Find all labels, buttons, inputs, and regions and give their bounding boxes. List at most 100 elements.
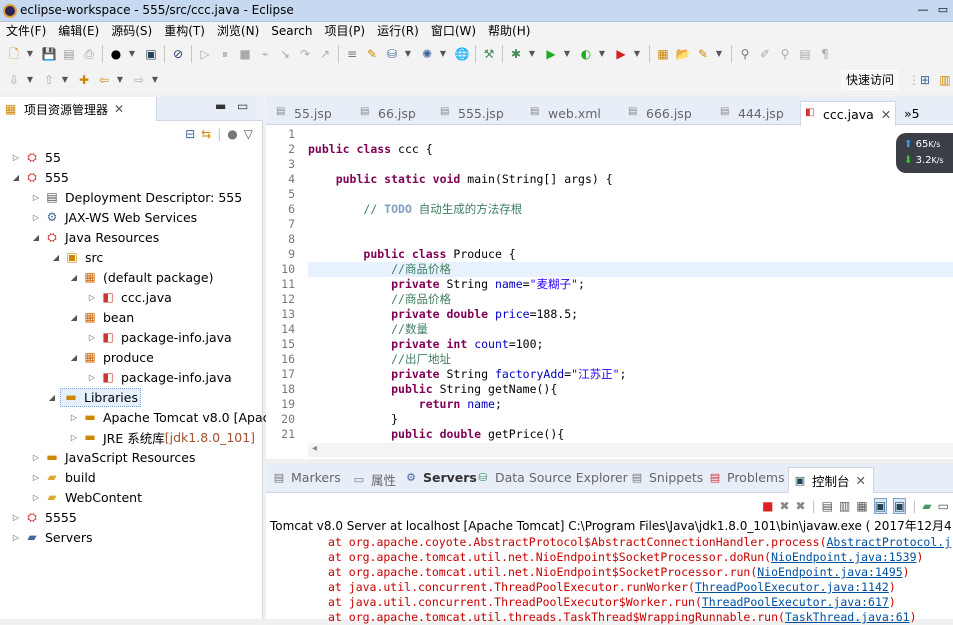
scroll-lock-icon[interactable]: ▥ <box>839 499 850 513</box>
stacktrace-link[interactable]: ThreadPoolExecutor.java:1142 <box>695 580 889 594</box>
resume-icon[interactable]: ▷ <box>197 46 213 62</box>
browser-icon[interactable]: 🌐 <box>454 46 470 62</box>
save-all-icon[interactable]: ▤ <box>61 46 77 62</box>
restore-icon[interactable]: ▭ <box>933 0 953 20</box>
tree-item-55[interactable]: ▷ ⛭ 55 <box>10 147 61 167</box>
close-icon[interactable]: ✕ <box>881 107 891 122</box>
tree-item-javascript-resources[interactable]: ▷ ▬ JavaScript Resources <box>30 447 196 467</box>
menu-project[interactable]: 项目(P) <box>319 22 372 41</box>
view-menu-icon[interactable]: ▽ <box>244 127 253 141</box>
tree-item-jax-ws[interactable]: ▷ ⚙ JAX-WS Web Services <box>30 207 197 227</box>
forward-icon[interactable]: ⇨ <box>131 72 147 88</box>
skip-breakpoints-icon[interactable]: ⊘ <box>170 46 186 62</box>
filter-icon[interactable]: ● <box>227 127 237 141</box>
chevron-down-icon[interactable]: ▼ <box>633 46 641 62</box>
task-icon[interactable]: ✎ <box>364 46 380 62</box>
expand-icon[interactable]: ▷ <box>86 293 98 302</box>
menu-file[interactable]: 文件(F) <box>0 22 52 41</box>
expand-icon[interactable]: ▷ <box>10 153 22 162</box>
collapse-icon[interactable]: ◢ <box>10 173 22 182</box>
minimize-icon[interactable]: ▬ <box>215 99 226 113</box>
chevron-down-icon[interactable]: ▼ <box>128 46 136 62</box>
stacktrace-link[interactable]: AbstractProtocol.j <box>827 535 952 549</box>
tree-item-555[interactable]: ◢ ⛭ 555 <box>10 167 69 187</box>
chevron-down-icon[interactable]: ▼ <box>563 46 571 62</box>
tab-66-jsp[interactable]: ▤ 66.jsp <box>356 101 416 125</box>
chevron-down-icon[interactable]: ▼ <box>61 72 69 88</box>
step-over-icon[interactable]: ↷ <box>297 46 313 62</box>
stacktrace-link[interactable]: TaskThread.java:61 <box>785 610 910 624</box>
menu-refactor[interactable]: 重构(T) <box>158 22 211 41</box>
print-icon[interactable]: ⎙ <box>81 46 97 62</box>
quick-access-field[interactable]: 快速访问 <box>842 70 898 90</box>
collapse-icon[interactable]: ◢ <box>30 233 42 242</box>
tree-item-5555[interactable]: ▷ ⛭ 5555 <box>10 507 77 527</box>
tab-ccc-java[interactable]: ◧ ccc.java ✕ <box>800 101 896 126</box>
expand-icon[interactable]: ▷ <box>30 213 42 222</box>
chevron-down-icon[interactable]: ▼ <box>404 46 412 62</box>
chevron-down-icon[interactable]: ▼ <box>439 46 447 62</box>
horizontal-scrollbar[interactable]: ◂ <box>308 443 953 457</box>
tab-666-jsp[interactable]: ▤ 666.jsp <box>624 101 692 125</box>
collapse-icon[interactable]: ◢ <box>50 253 62 262</box>
step-into-icon[interactable]: ↘ <box>277 46 293 62</box>
display-console-icon[interactable]: ▭ <box>938 499 949 513</box>
open-folder-icon[interactable]: 📂 <box>675 46 691 62</box>
tree-item-java-resources[interactable]: ◢ ⛭ Java Resources <box>30 227 159 247</box>
terminate-icon[interactable]: ■ <box>237 46 253 62</box>
annotation-icon[interactable]: ⚲ <box>737 46 753 62</box>
tab-servers[interactable]: ⚙ Servers <box>404 470 477 485</box>
collapse-icon[interactable]: ◢ <box>68 353 80 362</box>
stacktrace-link[interactable]: ThreadPoolExecutor.java:617 <box>702 595 889 609</box>
minimize-icon[interactable]: — <box>913 0 933 20</box>
show-on-stdout-icon[interactable]: ▣ <box>873 497 888 514</box>
chevron-down-icon[interactable]: ▼ <box>715 46 723 62</box>
collapse-icon[interactable]: ◢ <box>68 313 80 322</box>
profile-icon[interactable]: ● <box>108 46 124 62</box>
expand-icon[interactable]: ▷ <box>86 373 98 382</box>
open-perspective-icon[interactable]: ⊞ <box>917 72 933 88</box>
highlight-icon[interactable]: ✐ <box>757 46 773 62</box>
expand-icon[interactable]: ▷ <box>30 473 42 482</box>
tree-item-build[interactable]: ▷ ▰ build <box>30 467 96 487</box>
tree-item-servers[interactable]: ▷ ▰ Servers <box>10 527 93 547</box>
tree-item-package-info-bean[interactable]: ▷ ◧ package-info.java <box>86 327 232 347</box>
tab-444-jsp[interactable]: ▤ 444.jsp <box>716 101 784 125</box>
pin-icon[interactable]: ⚲ <box>777 46 793 62</box>
code-area[interactable]: 1 2 3 4 5 6 7 8 9 10 11 12 13 14 15 16 17 18 19 20 21 public … <box>266 125 953 443</box>
tree-item-ccc-java[interactable]: ▷ ◧ ccc.java <box>86 287 172 307</box>
chevron-down-icon[interactable]: ▼ <box>151 72 159 88</box>
tab-overflow[interactable]: »5 <box>900 101 920 125</box>
expand-icon[interactable]: ▷ <box>30 193 42 202</box>
tab-data-source-explorer[interactable]: ⛁ Data Source Explorer <box>476 470 627 485</box>
tree-item-default-package[interactable]: ◢ ▦ (default package) <box>68 267 214 287</box>
wizard-icon[interactable]: ⚒ <box>481 46 497 62</box>
expand-icon[interactable]: ▷ <box>10 533 22 542</box>
menu-edit[interactable]: 编辑(E) <box>52 22 105 41</box>
tree-item-apache-tomcat[interactable]: ▷ ▬ Apache Tomcat v8.0 [Apach <box>68 407 278 427</box>
show-on-stderr-icon[interactable]: ▣ <box>893 497 907 514</box>
expand-icon[interactable]: ▷ <box>10 513 22 522</box>
chevron-down-icon[interactable]: ▼ <box>598 46 606 62</box>
expand-icon[interactable]: ▷ <box>68 433 80 442</box>
tab-web-xml[interactable]: ▤ web.xml <box>526 101 601 125</box>
close-icon[interactable]: ✕ <box>114 102 124 116</box>
tree-item-jre[interactable]: ▷ ▬ JRE 系统库 [jdk1.8.0_101] <box>68 427 255 447</box>
new-package-icon[interactable]: ▦ <box>655 46 671 62</box>
disconnect-icon[interactable]: ⌁ <box>257 46 273 62</box>
tree-item-package-info-produce[interactable]: ▷ ◧ package-info.java <box>86 367 232 387</box>
console-icon[interactable]: ▣ <box>143 46 159 62</box>
run-icon[interactable]: ▶ <box>543 46 559 62</box>
expand-icon[interactable]: ▷ <box>30 453 42 462</box>
chevron-down-icon[interactable]: ▼ <box>528 46 536 62</box>
menu-run[interactable]: 运行(R) <box>371 22 425 41</box>
web-service-icon[interactable]: ✺ <box>419 46 435 62</box>
tab-properties[interactable]: ▭ 属性 <box>352 470 396 489</box>
menu-source[interactable]: 源码(S) <box>105 22 158 41</box>
tab-55-jsp[interactable]: ▤ 55.jsp <box>272 101 332 125</box>
stacktrace-link[interactable]: NioEndpoint.java:1495 <box>757 565 902 579</box>
remove-launch-icon[interactable]: ✖ <box>779 499 789 513</box>
maximize-icon[interactable]: ▭ <box>237 99 248 113</box>
link-editor-icon[interactable]: ⇆ <box>201 127 211 141</box>
expand-icon[interactable]: ▷ <box>30 493 42 502</box>
